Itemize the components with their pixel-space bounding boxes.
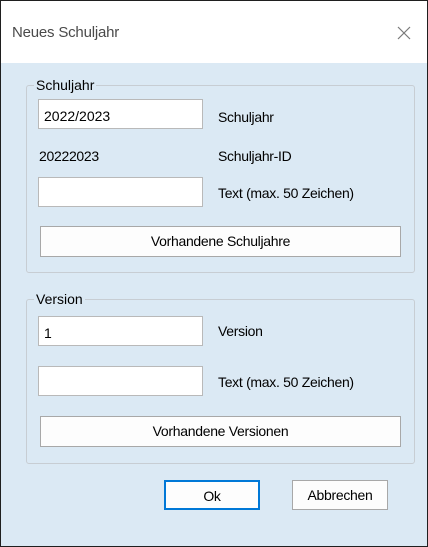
schuljahr-groupbox: Schuljahr Schuljahr 20222023 Schuljahr-I… <box>26 76 415 273</box>
schuljahr-text-input[interactable] <box>38 177 203 207</box>
cancel-button[interactable]: Abbrechen <box>292 480 388 510</box>
version-text-input[interactable] <box>38 366 203 396</box>
version-label: Version <box>218 323 263 339</box>
title-bar: Neues Schuljahr <box>1 1 427 63</box>
schuljahr-input[interactable] <box>38 99 203 129</box>
schuljahr-text-label: Text (max. 50 Zeichen) <box>218 185 354 201</box>
version-groupbox: Version Version Text (max. 50 Zeichen) V… <box>26 290 415 464</box>
version-text-label: Text (max. 50 Zeichen) <box>218 374 354 390</box>
new-school-year-dialog: Neues Schuljahr Schuljahr Schuljahr 2022… <box>0 0 428 547</box>
schuljahr-group-legend: Schuljahr <box>34 76 97 94</box>
schuljahr-label: Schuljahr <box>218 109 274 125</box>
version-input[interactable] <box>38 316 203 346</box>
schuljahr-id-label: Schuljahr-ID <box>218 148 292 164</box>
close-button[interactable] <box>391 20 417 46</box>
ok-button[interactable]: Ok <box>164 480 260 510</box>
version-group-legend: Version <box>34 290 85 308</box>
existing-versions-button[interactable]: Vorhandene Versionen <box>40 416 401 447</box>
dialog-title: Neues Schuljahr <box>12 24 120 41</box>
existing-school-years-button[interactable]: Vorhandene Schuljahre <box>40 226 401 257</box>
schuljahr-id-value: 20222023 <box>39 148 99 164</box>
close-icon <box>397 26 411 40</box>
